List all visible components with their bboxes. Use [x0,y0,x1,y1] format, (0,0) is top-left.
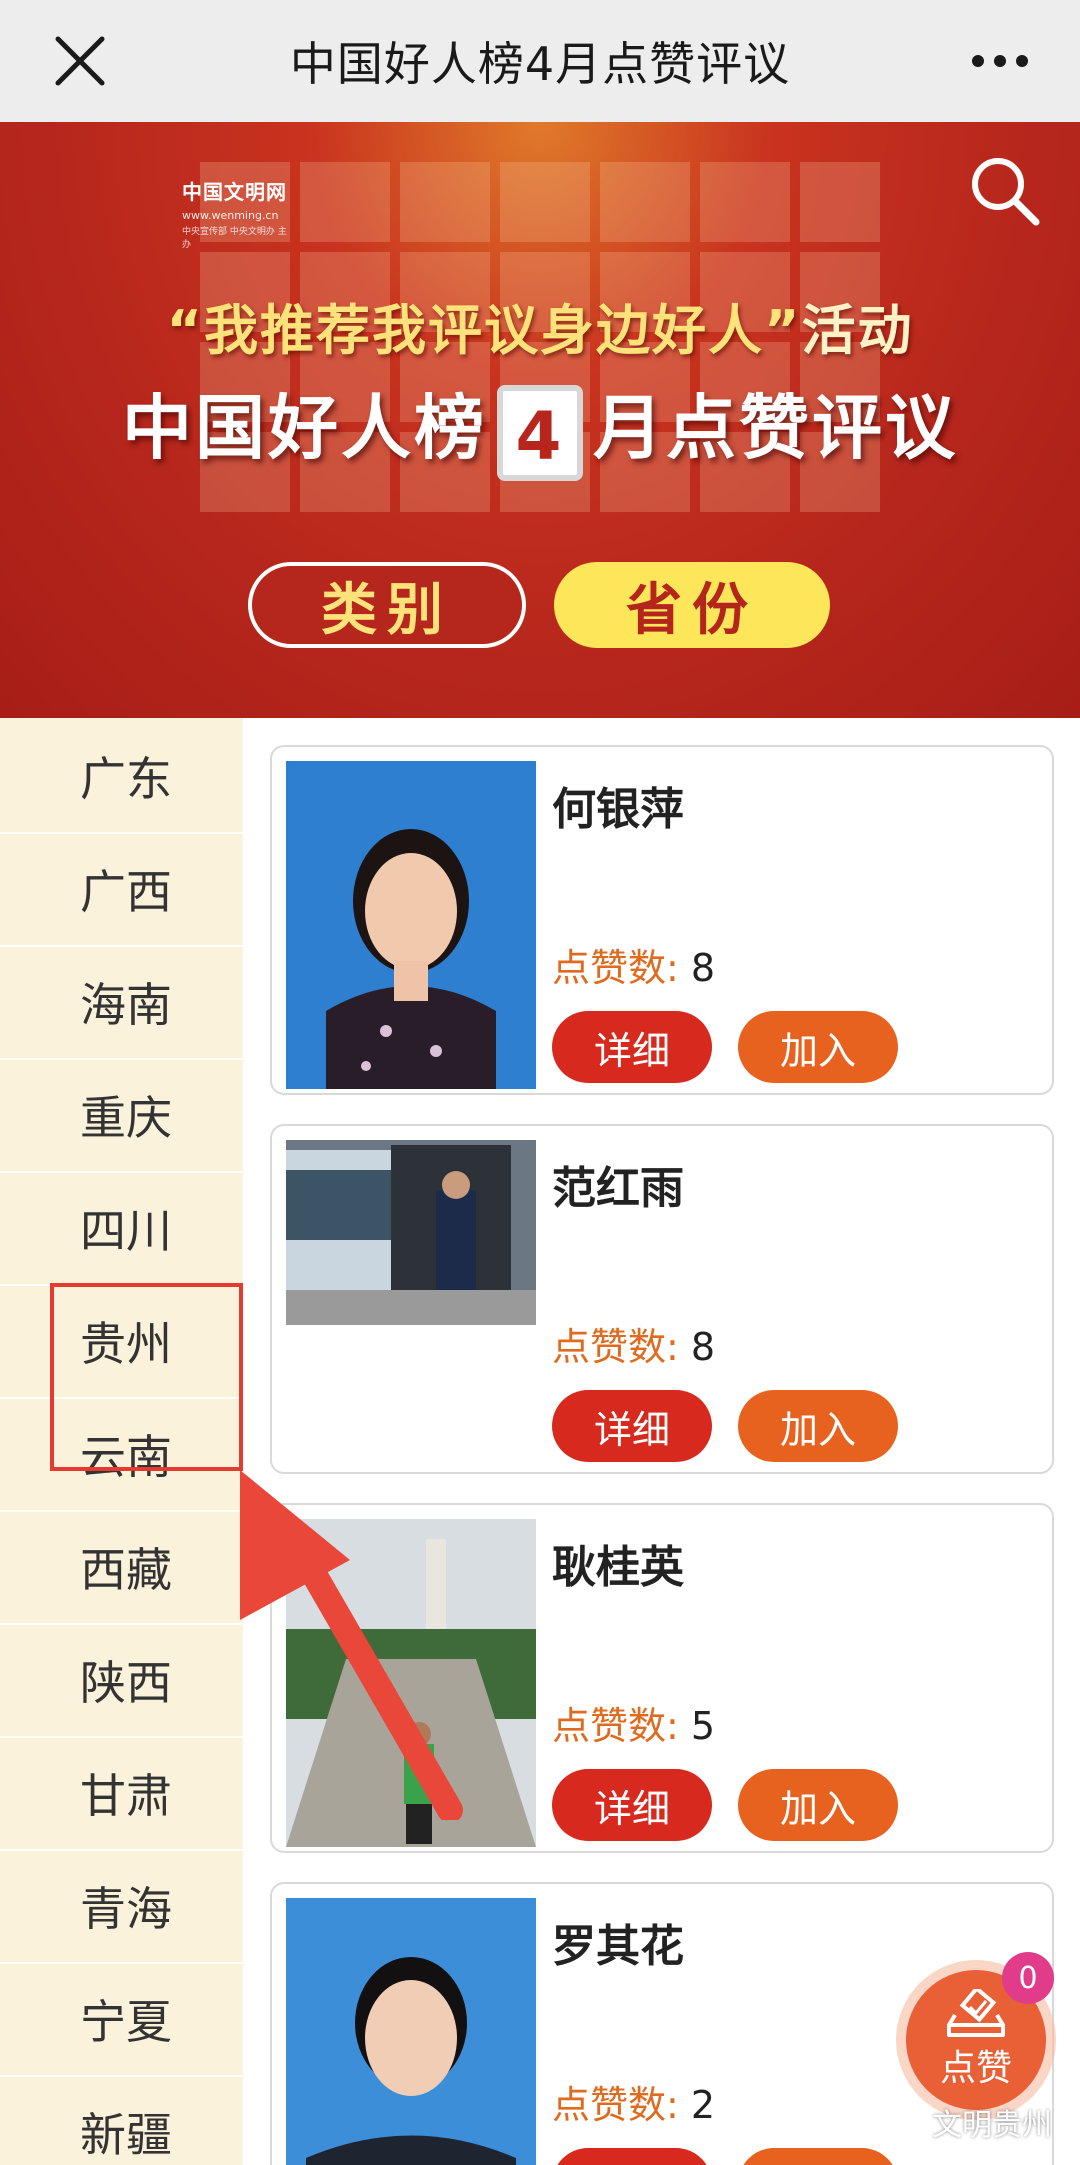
sidebar-item-guangxi[interactable]: 广西 [0,833,243,947]
like-count-label: 点赞数: [552,946,679,990]
headline-post: 月点赞评议 [593,387,958,469]
person-name: 罗其花 [552,1921,684,1972]
like-count-label: 点赞数: [552,2083,679,2127]
person-photo[interactable] [286,1898,536,2165]
like-count: 点赞数: 2 [552,2074,715,2129]
join-button[interactable]: 加入 [738,2148,898,2165]
search-icon[interactable] [966,152,1042,228]
join-button[interactable]: 加入 [738,1390,898,1462]
province-button[interactable]: 省份 [554,562,830,648]
logo-name: 中国文明网 [182,180,287,204]
person-name: 耿桂英 [552,1542,684,1593]
like-count-label: 点赞数: [552,1325,679,1369]
page-title: 中国好人榜4月点赞评议 [289,37,791,91]
headline-pre: 中国好人榜 [122,387,487,469]
vote-icon [947,1989,1005,2037]
person-card: 范红雨 点赞数: 8 详细 加入 [270,1124,1054,1474]
watermark-text: 文明贵州 [932,2108,1052,2143]
sidebar-item-shaanxi[interactable]: 陕西 [0,1624,243,1738]
like-count: 点赞数: 5 [552,1695,715,1750]
watermark: 文明贵州 [890,2100,1052,2144]
sidebar-item-guangdong[interactable]: 广东 [0,720,243,834]
sidebar-item-xinjiang[interactable]: 新疆 [0,2076,243,2165]
detail-button[interactable]: 详细 [552,2148,712,2165]
join-button[interactable]: 加入 [738,1011,898,1083]
like-badge: 0 [1002,1952,1054,2004]
fab-label: 点赞 [939,2048,1012,2089]
sidebar-item-gansu[interactable]: 甘肃 [0,1737,243,1851]
like-count-value: 5 [690,1704,716,1748]
detail-button[interactable]: 详细 [552,1390,712,1462]
join-button[interactable]: 加入 [738,1769,898,1841]
more-icon[interactable] [970,46,1030,76]
category-button[interactable]: 类别 [248,562,526,648]
like-count-value: 2 [690,2083,716,2127]
detail-button[interactable]: 详细 [552,1011,712,1083]
like-count-value: 8 [690,1325,716,1369]
like-count: 点赞数: 8 [552,1316,715,1371]
person-name: 何银萍 [552,784,684,835]
like-count-value: 8 [690,946,716,990]
banner-headline: 中国好人榜 4 月点赞评议 [0,372,1080,481]
pointer-arrow-icon [240,1470,463,1820]
banner-slogan: “我推荐我评议身边好人”活动 [0,286,1080,365]
guizhou-highlight-box [50,1283,243,1471]
slogan-quote: “我推荐我评议身边好人” [166,299,802,362]
sidebar-item-xizang[interactable]: 西藏 [0,1511,243,1625]
sidebar-item-hainan[interactable]: 海南 [0,946,243,1060]
sidebar-item-qinghai[interactable]: 青海 [0,1850,243,1964]
sidebar-item-ningxia[interactable]: 宁夏 [0,1963,243,2077]
person-name: 范红雨 [552,1163,684,1214]
person-list: 何银萍 点赞数: 8 详细 加入 范红雨 点赞数: 8 详细 加入 耿桂英 点赞… [243,718,1080,2165]
logo-sub: 中央宣传部 中央文明办 主办 [182,227,287,250]
close-icon[interactable] [52,33,108,89]
person-photo[interactable] [286,1140,536,1468]
like-count-label: 点赞数: [552,1704,679,1748]
banner: 中国文明网 www.wenming.cn 中央宣传部 中央文明办 主办 “我推荐… [0,122,1080,718]
wenming-logo: 中国文明网 www.wenming.cn 中央宣传部 中央文明办 主办 [182,176,292,250]
sidebar-item-chongqing[interactable]: 重庆 [0,1059,243,1173]
like-count: 点赞数: 8 [552,937,715,992]
slogan-tail: 活动 [801,299,914,362]
detail-button[interactable]: 详细 [552,1769,712,1841]
headline-month-number: 4 [497,384,583,481]
title-bar: 中国好人榜4月点赞评议 [0,0,1080,122]
person-card: 何银萍 点赞数: 8 详细 加入 [270,745,1054,1095]
logo-url: www.wenming.cn [182,209,279,222]
wechat-icon [890,2107,926,2136]
sidebar-item-sichuan[interactable]: 四川 [0,1172,243,1286]
person-photo[interactable] [286,761,536,1089]
